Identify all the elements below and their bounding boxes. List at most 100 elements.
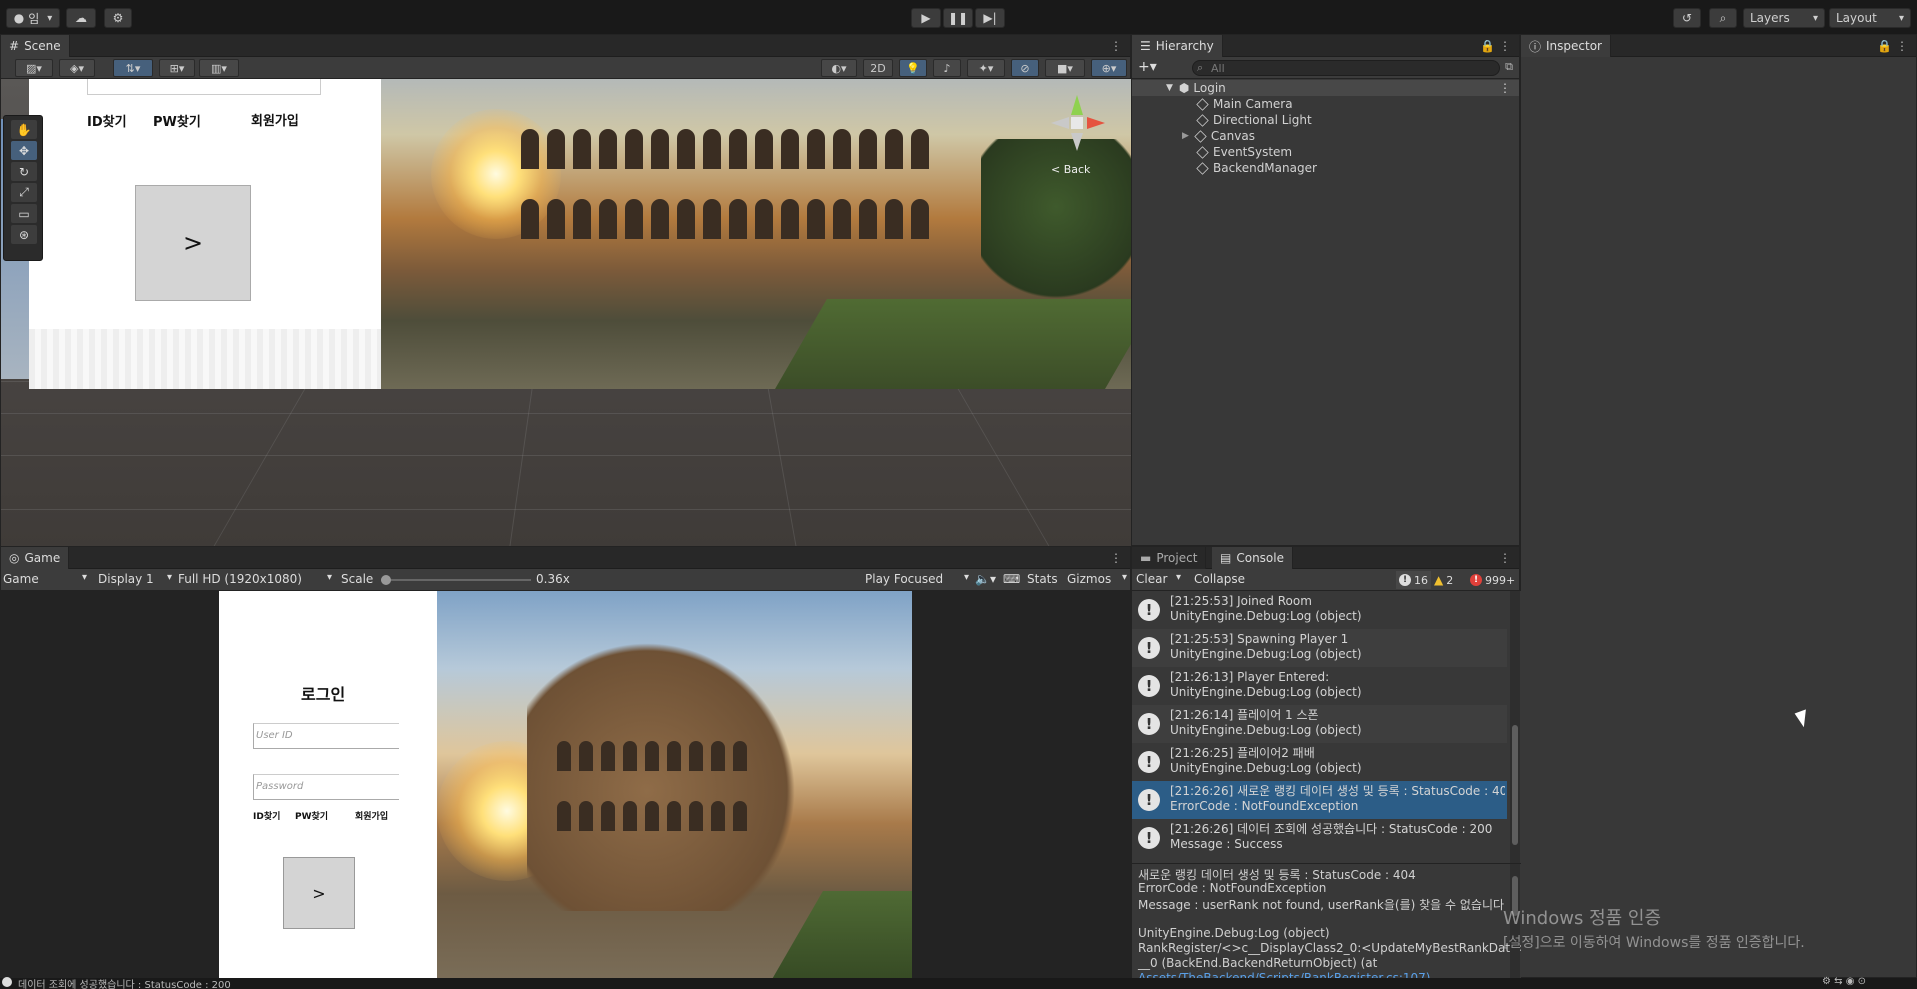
collab-icon[interactable]: ⚙ (104, 8, 132, 28)
lock-icon[interactable]: 🔒 (1877, 39, 1892, 53)
console-icon: ▤ (1220, 551, 1232, 565)
panel-menu-icon[interactable]: ⋮ (1110, 551, 1122, 565)
hierarchy-item-eventsystem[interactable]: EventSystem (1132, 144, 1519, 160)
layout-dropdown[interactable]: Layout (1829, 8, 1911, 28)
login-panel: 로그인 User ID Password ID찾기 PW찾기 회원가입 > (219, 591, 437, 979)
panel-menu-icon[interactable]: ⋮ (1896, 39, 1908, 53)
status-bar: 데이터 조회에 성공했습니다 : StatusCode : 200 ⚙ ⇆ ◉ … (0, 976, 1917, 989)
increment-snap-icon[interactable]: ▥▾ (199, 59, 239, 77)
keyboard-icon[interactable]: ⌨ (1003, 572, 1020, 586)
tab-scene[interactable]: # Scene (1, 35, 70, 57)
log-entry[interactable]: ! [21:26:13] Player Entered: UnityEngine.… (1132, 667, 1507, 705)
log-entry[interactable]: ! [21:26:25] 플레이어2 패배 UnityEngine.Debug:L… (1132, 743, 1507, 781)
clear-options-icon[interactable]: ▾ (1176, 572, 1181, 583)
panel-menu-icon[interactable]: ⋮ (1499, 39, 1511, 53)
scale-slider[interactable] (381, 575, 531, 585)
add-icon[interactable]: +▾ (1138, 59, 1157, 75)
status-message[interactable]: 데이터 조회에 성공했습니다 : StatusCode : 200 (18, 976, 231, 989)
x-axis-icon (1087, 117, 1105, 129)
audio-mute-icon[interactable]: 🔈▾ (975, 572, 996, 586)
gameobject-icon (1194, 129, 1207, 143)
rect-tool-icon[interactable]: ▭ (11, 204, 37, 223)
mode-2d-button[interactable]: 2D (863, 59, 893, 77)
layers-dropdown[interactable]: Layers (1743, 8, 1825, 28)
gizmos-dropdown[interactable]: Gizmos (1067, 572, 1127, 586)
camera-icon[interactable]: ■▾ (1045, 59, 1085, 77)
shading-icon[interactable]: ◐▾ (821, 59, 857, 77)
scale-slider-handle[interactable] (381, 575, 391, 585)
transform-tool-icon[interactable]: ⊛ (11, 225, 37, 244)
pause-button[interactable]: ❚❚ (943, 8, 973, 28)
step-button[interactable]: ▶| (975, 8, 1005, 28)
history-icon[interactable]: ↺ (1673, 8, 1701, 28)
gizmos-icon[interactable]: ⊕▾ (1091, 59, 1127, 77)
transform-snap-icon[interactable]: ⇅▾ (113, 59, 153, 77)
effects-icon[interactable]: ✦▾ (967, 59, 1005, 77)
log-entry[interactable]: ! [21:26:26] 데이터 조회에 성공했습니다 : StatusCode… (1132, 819, 1507, 857)
scene-view[interactable]: ID찾기 PW찾기 회원가입 > < Back (1, 79, 1131, 547)
root-menu-icon[interactable]: ⋮ (1499, 81, 1511, 95)
hierarchy-item-canvas[interactable]: ▶ Canvas (1132, 128, 1519, 144)
log-entry[interactable]: ! [21:25:53] Joined Room UnityEngine.Debu… (1132, 591, 1507, 629)
scene-input-field (87, 79, 321, 95)
render-mode-icon[interactable]: ◈▾ (59, 59, 95, 77)
signup-link[interactable]: 회원가입 (355, 809, 388, 822)
scale-tool-icon[interactable]: ⤢ (11, 183, 37, 202)
lighting-icon[interactable]: 💡 (899, 59, 927, 77)
log-count-toggle[interactable]: ! 16 (1396, 571, 1431, 589)
find-pw-link[interactable]: PW찾기 (295, 809, 328, 822)
hierarchy-search-input[interactable]: ⌕ All (1192, 60, 1500, 76)
grid-icon: # (9, 39, 20, 53)
hierarchy-item-directional-light[interactable]: Directional Light (1132, 112, 1519, 128)
game-mode-dropdown[interactable]: Game (3, 572, 87, 586)
audio-icon[interactable]: ♪ (933, 59, 961, 77)
play-button[interactable]: ▶ (911, 8, 941, 28)
error-count-toggle[interactable]: ! 999+ (1470, 571, 1515, 589)
game-view[interactable]: 로그인 User ID Password ID찾기 PW찾기 회원가입 > (1, 591, 1131, 981)
tab-hierarchy[interactable]: ☰ Hierarchy (1132, 35, 1223, 57)
panel-menu-icon[interactable]: ⋮ (1110, 39, 1122, 53)
clear-button[interactable]: Clear (1136, 572, 1167, 586)
log-entry-selected[interactable]: ! [21:26:26] 새로운 랭킹 데이터 생성 및 등록 : Status… (1132, 781, 1507, 819)
log-entry[interactable]: ! [21:25:53] Spawning Player 1 UnityEngin… (1132, 629, 1507, 667)
lock-icon[interactable]: 🔒 (1480, 39, 1495, 53)
search-icon: ⌕ (1197, 61, 1204, 74)
scene-filter-icon[interactable]: ⧉ (1505, 60, 1513, 74)
search-icon[interactable]: ⌕ (1709, 8, 1737, 28)
tab-console[interactable]: ▤ Console (1212, 547, 1293, 569)
account-dropdown[interactable]: ● 임 (6, 8, 60, 28)
info-icon: ! (1138, 675, 1160, 697)
hierarchy-item-backendmanager[interactable]: BackendManager (1132, 160, 1519, 176)
play-mode-dropdown[interactable]: Play Focused (865, 572, 969, 586)
find-id-link[interactable]: ID찾기 (253, 809, 280, 822)
expand-arrow-icon[interactable]: ▶ (1182, 131, 1189, 141)
display-dropdown[interactable]: Display 1 (98, 572, 172, 586)
log-scrollbar-thumb[interactable] (1512, 725, 1518, 845)
cloud-icon[interactable]: ☁ (66, 8, 96, 28)
visibility-icon[interactable]: ⊘ (1011, 59, 1039, 77)
tab-project[interactable]: ▬ Project (1132, 547, 1207, 569)
draw-mode-icon[interactable]: ▨▾ (15, 59, 53, 77)
top-toolbar: ● 임 ☁ ⚙ ▶ ❚❚ ▶| ↺ ⌕ Layers Layout (0, 0, 1917, 36)
move-tool-icon[interactable]: ✥ (11, 141, 37, 160)
warning-count-toggle[interactable]: ▲ 2 (1434, 571, 1453, 589)
grid-snap-icon[interactable]: ⊞▾ (159, 59, 195, 77)
resolution-dropdown[interactable]: Full HD (1920x1080) (178, 572, 332, 586)
rotate-tool-icon[interactable]: ↻ (11, 162, 37, 181)
scene-orientation-gizmo[interactable]: < Back (1041, 89, 1111, 179)
login-submit-button[interactable]: > (283, 857, 355, 929)
password-input[interactable]: Password (253, 774, 399, 800)
hierarchy-item-main-camera[interactable]: Main Camera (1132, 96, 1519, 112)
userid-input[interactable]: User ID (253, 723, 399, 749)
log-scrollbar[interactable] (1510, 591, 1520, 863)
panel-menu-icon[interactable]: ⋮ (1499, 551, 1511, 565)
pause-icon: ❚❚ (947, 11, 969, 25)
tab-inspector[interactable]: ⓘ Inspector (1521, 35, 1611, 57)
inspector-panel: ⓘ Inspector 🔒 ⋮ (1520, 34, 1917, 978)
log-entry[interactable]: ! [21:26:14] 플레이어 1 스폰 UnityEngine.Debug:… (1132, 705, 1507, 743)
collapse-button[interactable]: Collapse (1194, 572, 1245, 586)
stats-button[interactable]: Stats (1027, 572, 1058, 586)
hierarchy-root-login[interactable]: ▼ ⬢ Login ⋮ (1132, 80, 1519, 96)
tab-game[interactable]: ◎ Game (1, 547, 70, 569)
hand-tool-icon[interactable]: ✋ (11, 120, 37, 139)
